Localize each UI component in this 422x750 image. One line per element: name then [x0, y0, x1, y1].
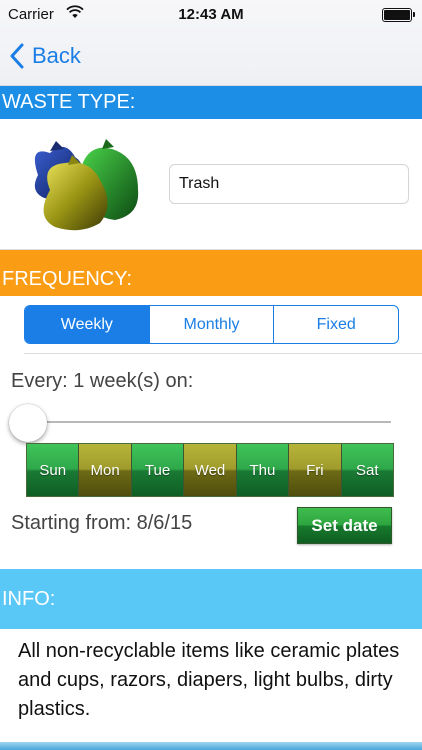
waste-type-field[interactable]: [169, 164, 409, 204]
day-label: Thu: [249, 461, 276, 479]
frequency-segmented-control: Weekly Monthly Fixed: [24, 305, 399, 344]
day-label: Sat: [355, 461, 379, 479]
navigation-bar: Carrier 12:43 AM Back: [0, 0, 422, 86]
back-button[interactable]: Back: [10, 40, 81, 72]
day-fri[interactable]: Fri: [288, 444, 341, 496]
week-interval-slider-thumb[interactable]: [9, 404, 47, 442]
back-label: Back: [32, 43, 81, 68]
info-header: INFO:: [0, 569, 422, 629]
waste-type-header: WASTE TYPE:: [0, 86, 422, 119]
starting-date-label: Starting from: 8/6/15: [11, 512, 193, 534]
day-mon[interactable]: Mon: [78, 444, 131, 496]
battery-icon: [382, 8, 415, 22]
chevron-left-icon: [10, 43, 24, 69]
day-sat[interactable]: Sat: [340, 444, 393, 496]
tab-monthly[interactable]: Monthly: [148, 306, 274, 343]
day-label: Tue: [144, 461, 171, 479]
day-tue[interactable]: Tue: [130, 444, 184, 496]
day-label: Mon: [90, 461, 120, 479]
day-wed[interactable]: Wed: [183, 444, 236, 496]
info-text: All non-recyclable items like ceramic pl…: [18, 640, 400, 720]
day-thu[interactable]: Thu: [235, 444, 289, 496]
day-label: Wed: [194, 461, 226, 479]
day-selector: Sun Mon Tue Wed Thu Fri Sat: [26, 443, 394, 497]
trash-bags-image: [20, 135, 150, 235]
day-label: Sun: [39, 461, 67, 479]
tab-weekly[interactable]: Weekly: [25, 306, 149, 343]
divider: [24, 353, 422, 354]
bottom-strip: [0, 742, 422, 750]
status-bar: Carrier 12:43 AM: [0, 0, 422, 30]
frequency-header: FREQUENCY:: [0, 250, 422, 296]
set-date-button[interactable]: Set date: [297, 507, 392, 544]
tab-fixed[interactable]: Fixed: [273, 306, 398, 343]
status-time: 12:43 AM: [178, 6, 244, 23]
day-label: Fri: [306, 461, 324, 479]
every-label: Every: 1 week(s) on:: [11, 370, 194, 392]
week-interval-slider-track[interactable]: [28, 421, 391, 423]
day-sun[interactable]: Sun: [27, 444, 79, 496]
